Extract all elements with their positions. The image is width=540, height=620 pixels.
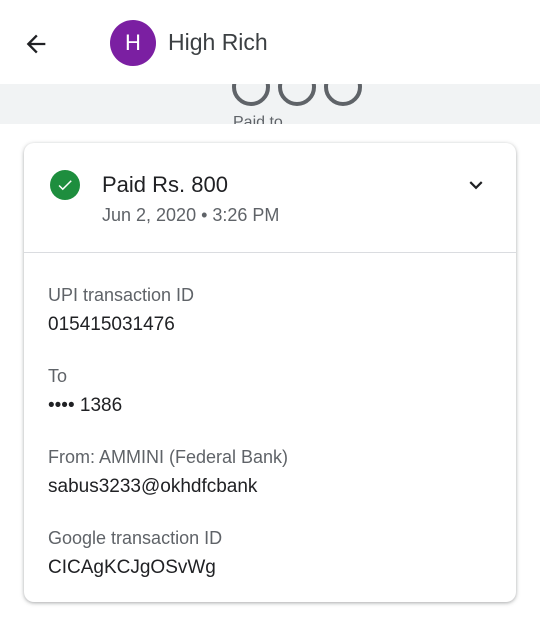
app-bar: H High Rich xyxy=(0,0,540,84)
check-circle-icon xyxy=(50,170,80,200)
arrow-left-icon xyxy=(26,34,46,54)
divider xyxy=(24,252,516,253)
field-value: 015415031476 xyxy=(48,314,175,335)
transaction-summary[interactable]: Paid Rs. 800 Jun 2, 2020 • 3:26 PM xyxy=(24,143,516,253)
google-transaction-id-field: Google transaction ID CICAgKCJgOSvWg xyxy=(48,526,222,580)
field-value: •••• 1386 xyxy=(48,395,123,416)
avatar-initial: H xyxy=(125,30,141,55)
field-label: UPI transaction ID xyxy=(48,285,195,305)
payment-datetime: Jun 2, 2020 • 3:26 PM xyxy=(102,205,280,225)
transaction-card: Paid Rs. 800 Jun 2, 2020 • 3:26 PM UPI t… xyxy=(24,143,516,602)
avatar[interactable]: H xyxy=(110,20,156,66)
back-button[interactable] xyxy=(14,22,58,66)
background-content: Paid to xyxy=(0,84,540,124)
contact-name: High Rich xyxy=(168,29,268,55)
collapse-button[interactable] xyxy=(458,167,494,203)
circle-icon xyxy=(232,84,270,106)
recipient-field: To •••• 1386 xyxy=(48,364,122,418)
field-value: CICAgKCJgOSvWg xyxy=(48,557,216,578)
circle-icon xyxy=(278,84,316,106)
background-partial-text: Paid to xyxy=(233,114,283,124)
chevron-down-icon xyxy=(469,181,483,190)
field-label: From: AMMINI (Federal Bank) xyxy=(48,447,289,467)
field-value: sabus3233@okhdfcbank xyxy=(48,476,258,497)
field-label: To xyxy=(48,366,68,386)
sender-field: From: AMMINI (Federal Bank) sabus3233@ok… xyxy=(48,445,288,499)
circle-icon xyxy=(324,84,362,106)
background-icons xyxy=(232,84,370,111)
upi-transaction-id-field: UPI transaction ID 015415031476 xyxy=(48,283,194,337)
payment-title: Paid Rs. 800 xyxy=(102,172,228,197)
field-label: Google transaction ID xyxy=(48,528,223,548)
